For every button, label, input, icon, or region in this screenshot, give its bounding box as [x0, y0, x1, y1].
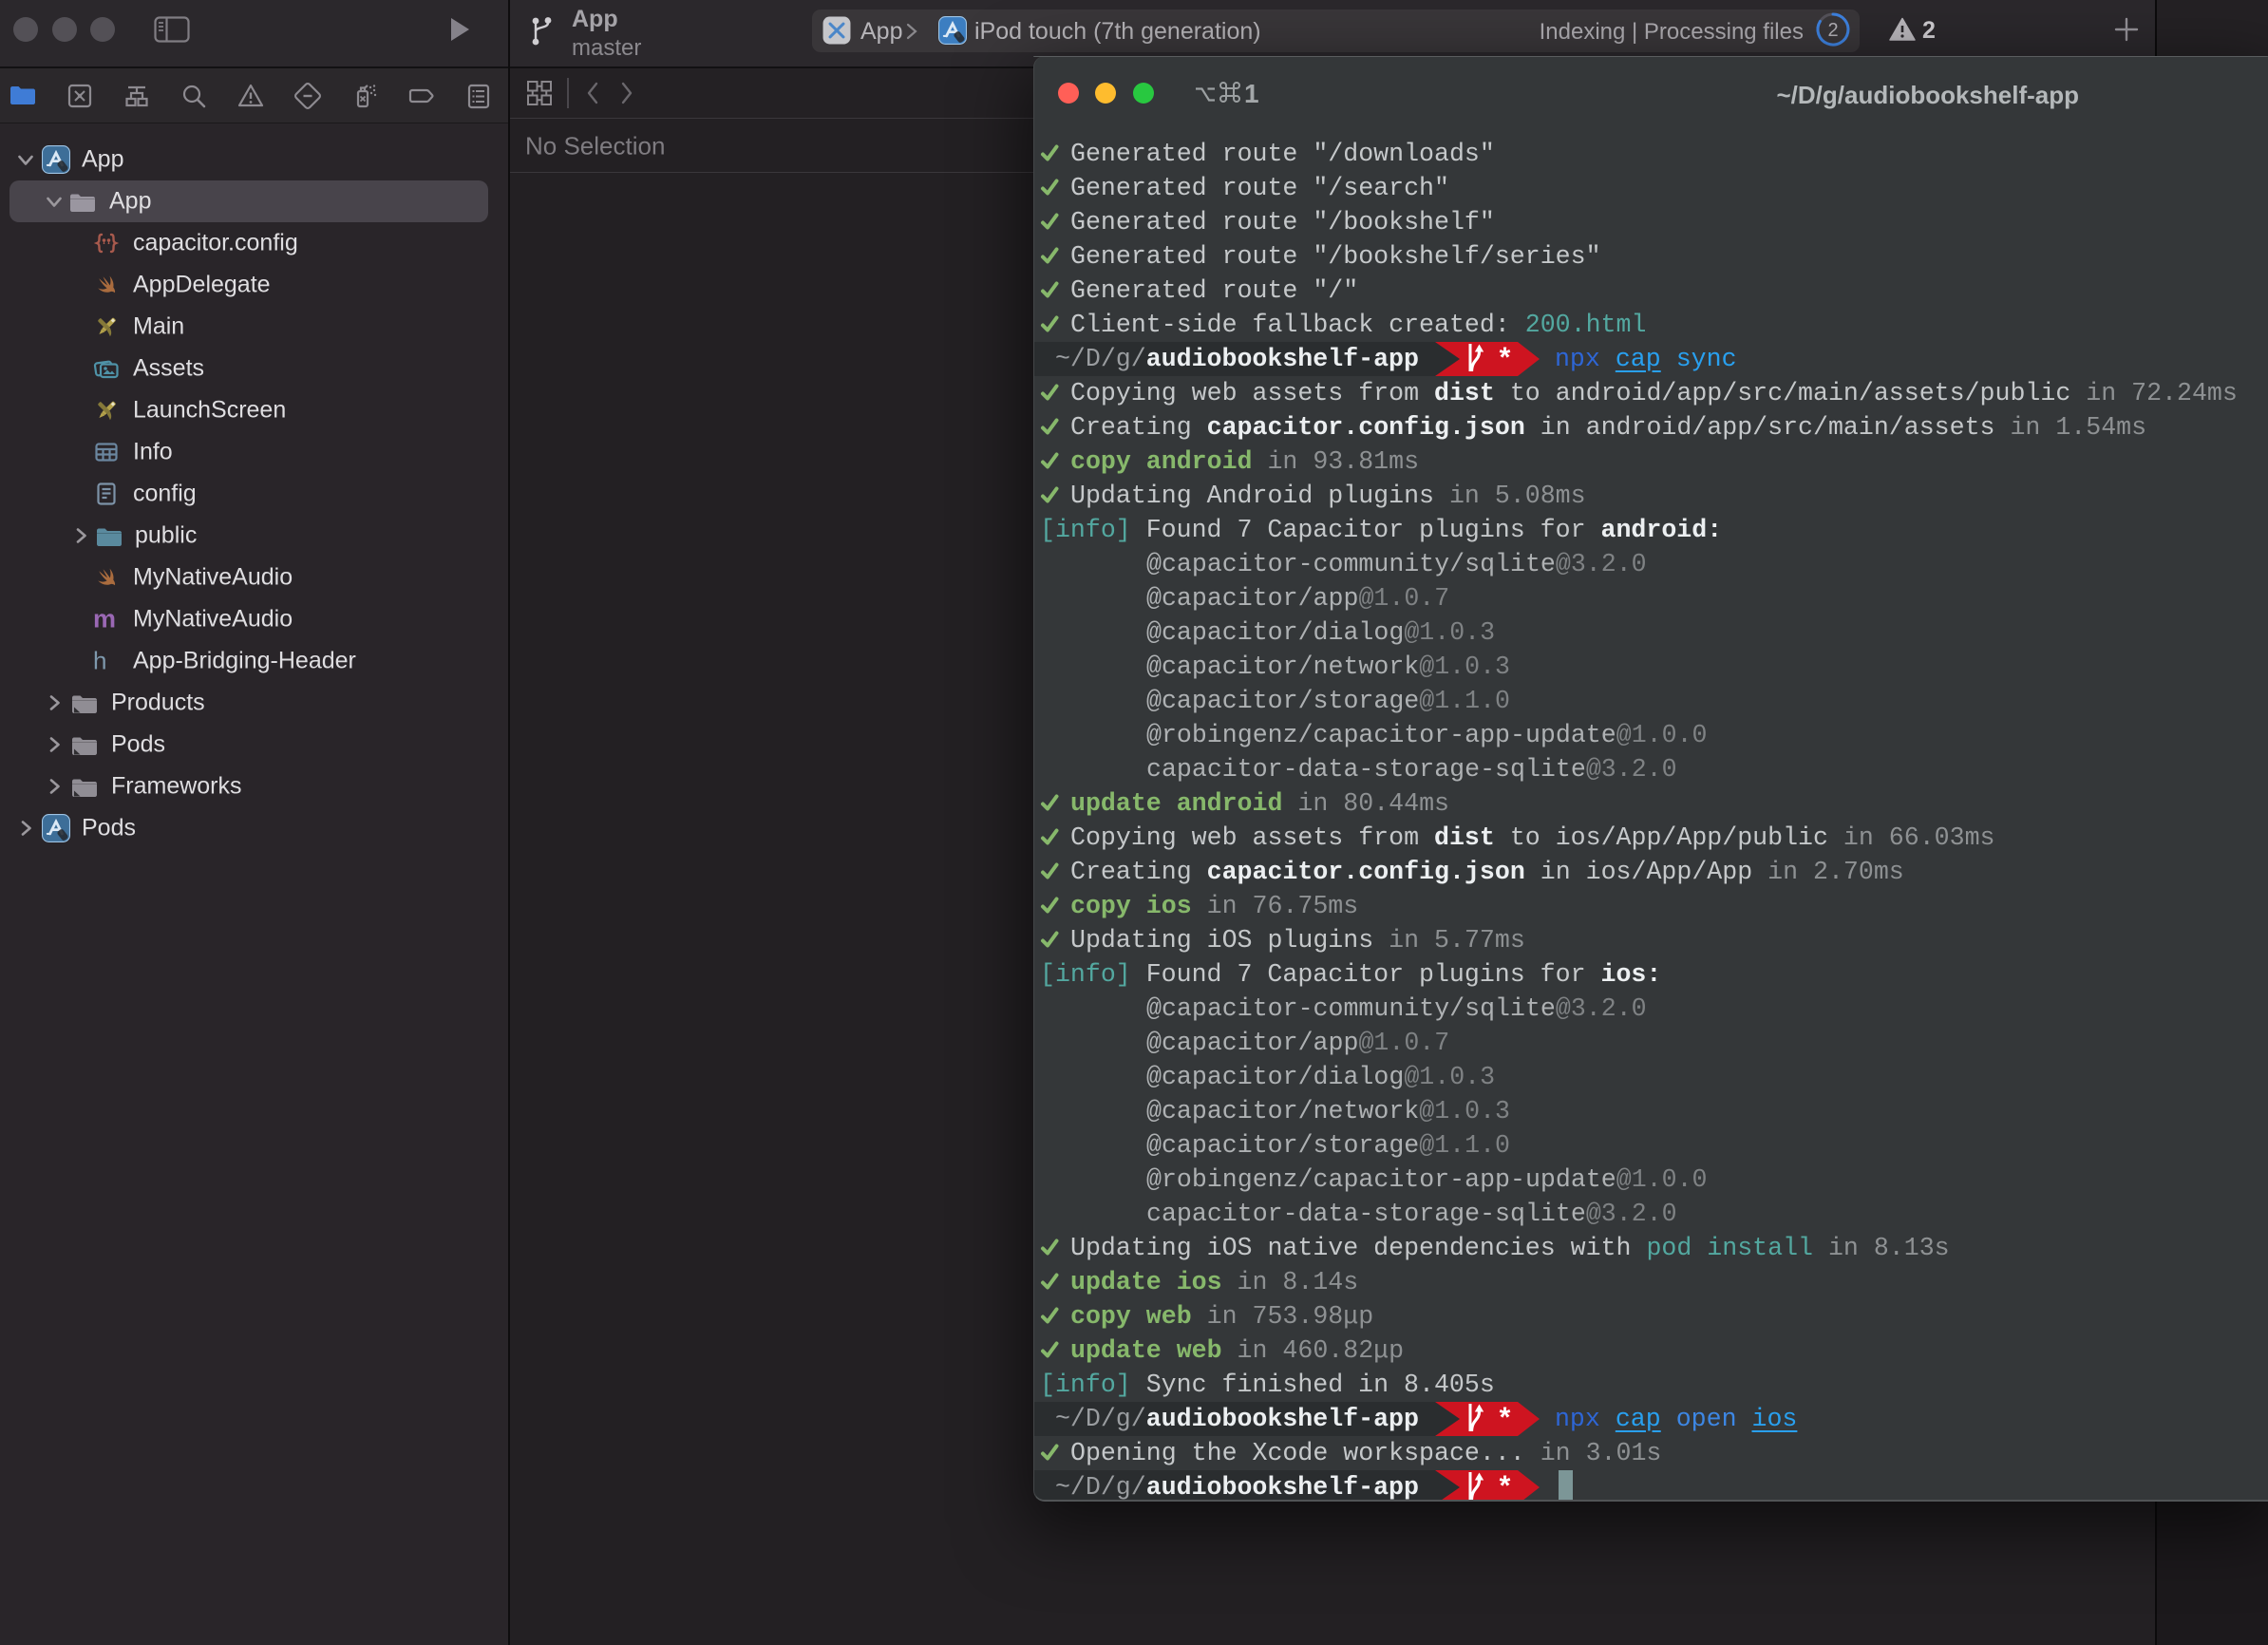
svg-text:2: 2 [1827, 20, 1838, 41]
